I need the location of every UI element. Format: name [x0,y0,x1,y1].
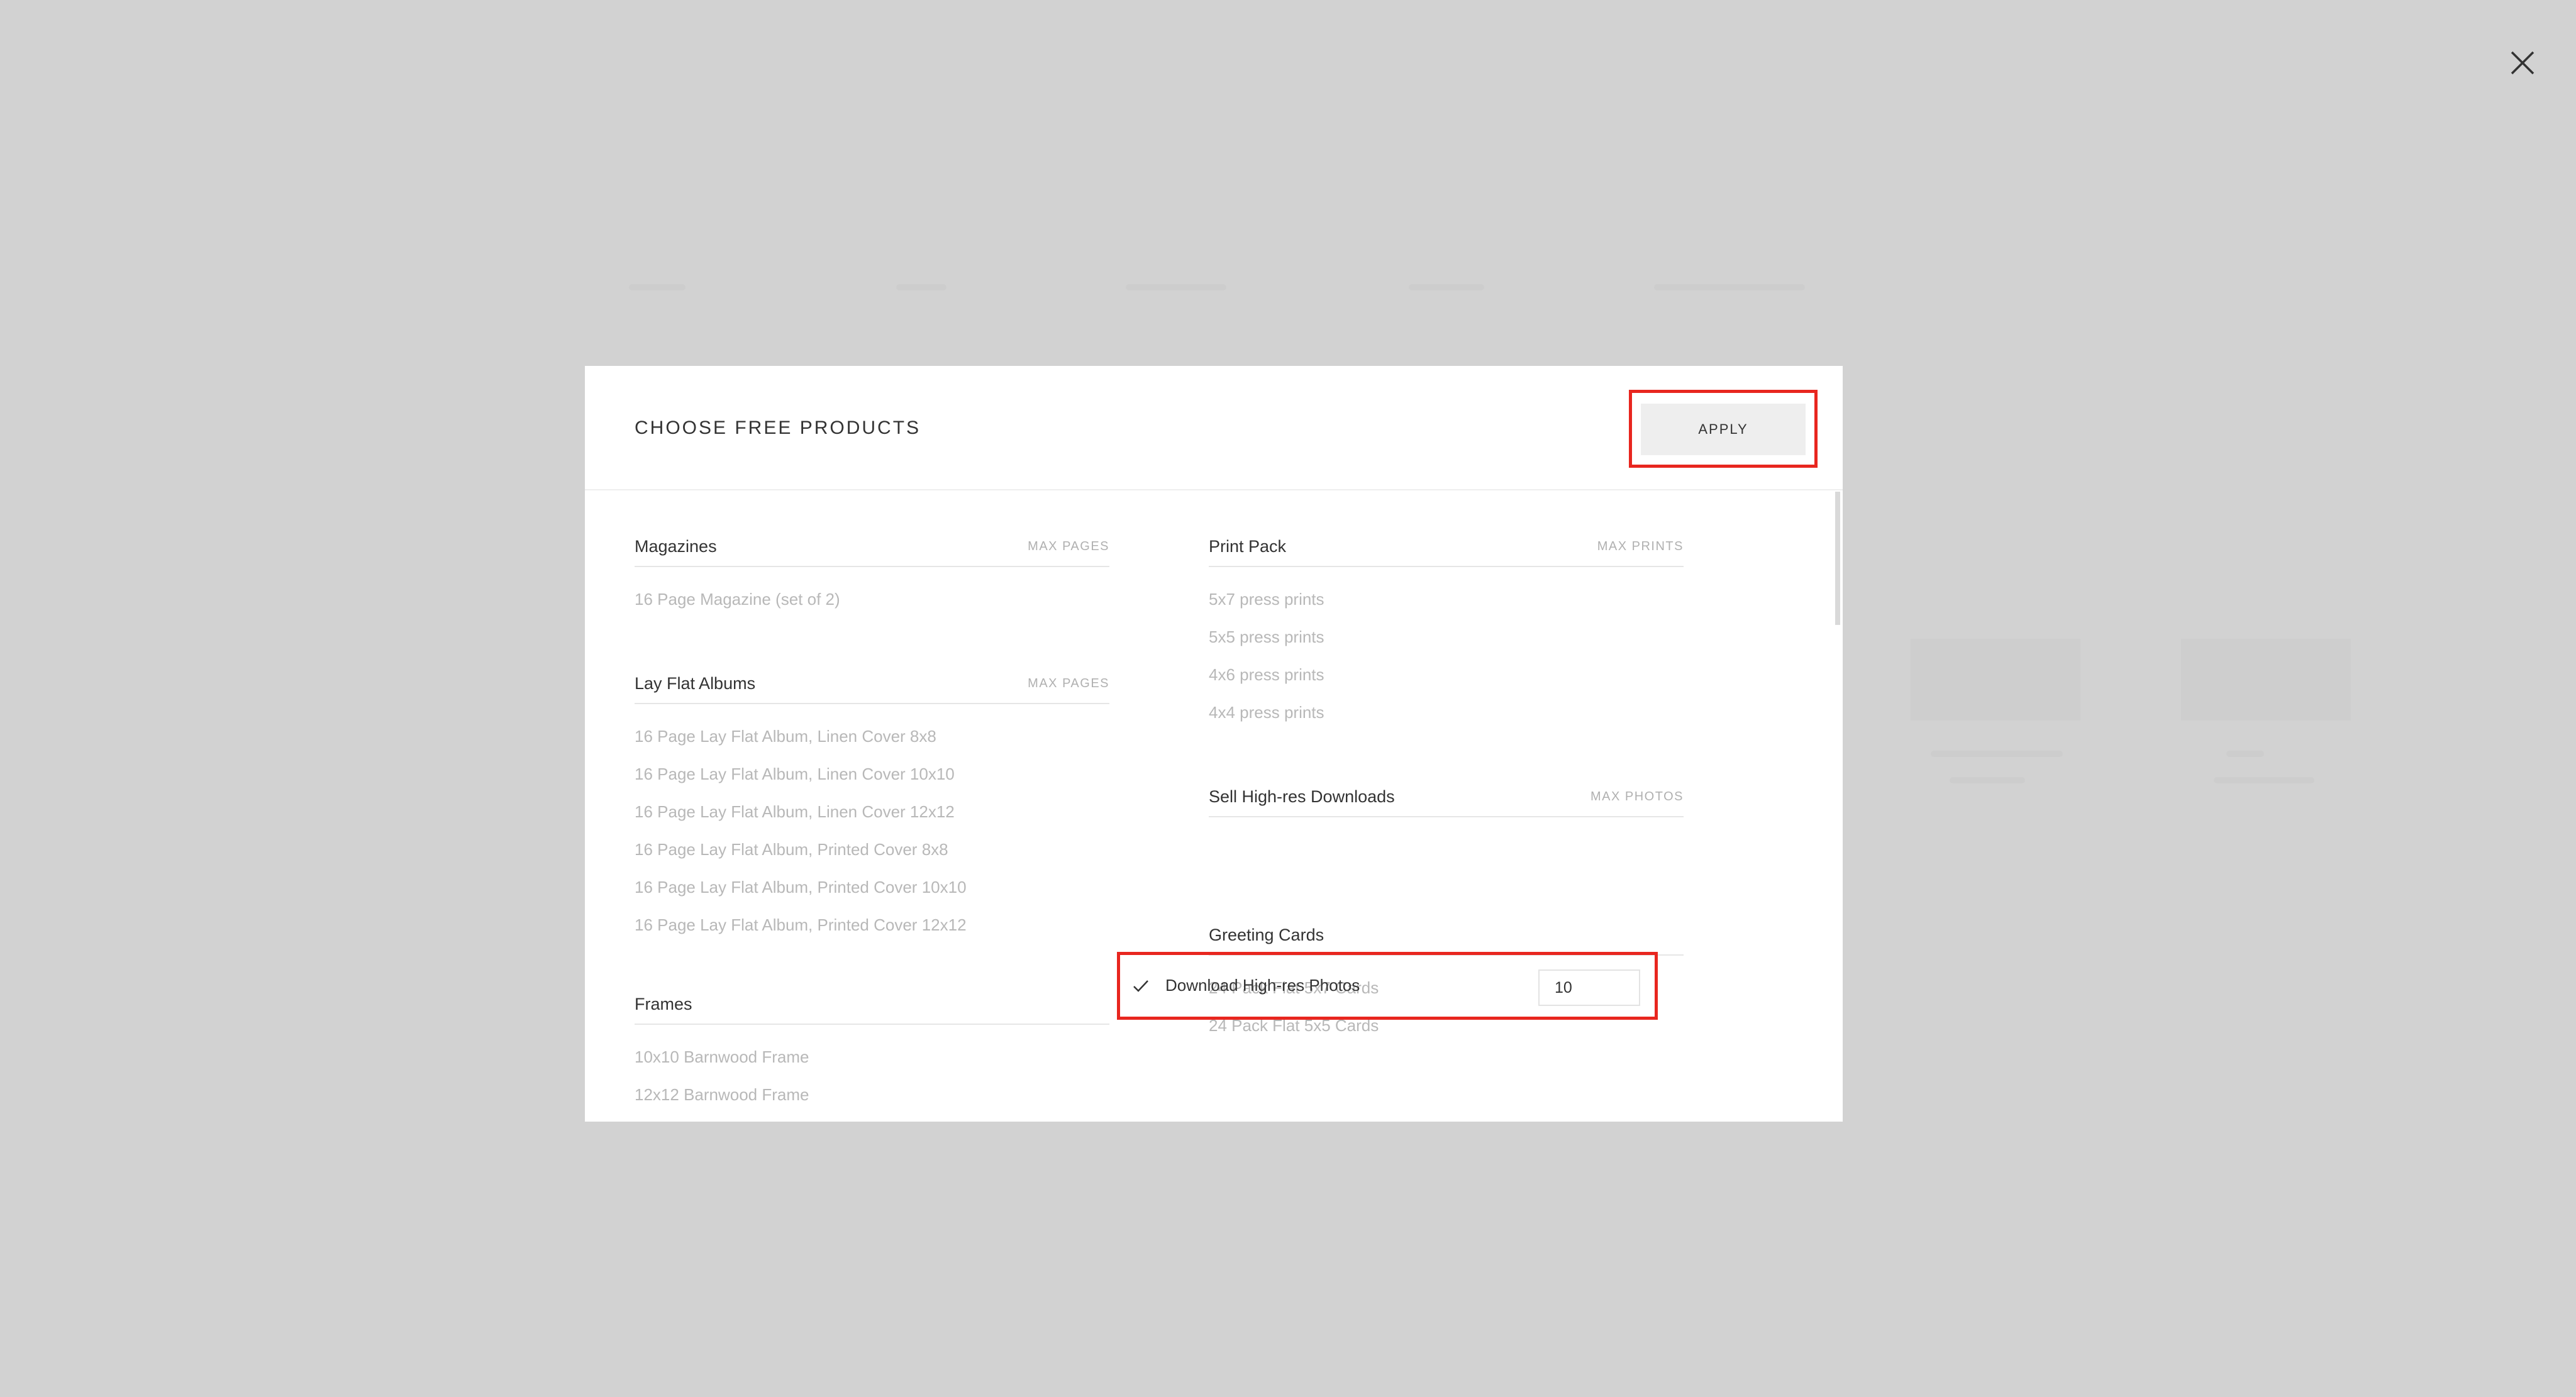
dialog-header: CHOOSE FREE PRODUCTS APPLY [585,366,1843,490]
max-photos-input[interactable] [1538,969,1640,1006]
section-max-label: MAX PRINTS [1597,539,1684,553]
product-option[interactable]: 16 Page Lay Flat Album, Printed Cover 12… [635,915,967,935]
section-max-label: MAX PAGES [1028,539,1109,553]
dialog-body[interactable]: Magazines MAX PAGES 16 Page Magazine (se… [585,492,1843,1122]
background-text [1931,751,2063,757]
close-icon [2511,51,2534,75]
section-max-label: MAX PHOTOS [1591,790,1684,803]
product-option[interactable]: 4x4 press prints [1209,703,1324,722]
apply-button[interactable]: APPLY [1641,404,1806,455]
section-lay-flat-albums: Lay Flat Albums MAX PAGES 16 Page Lay Fl… [635,668,1109,934]
check-icon [1133,980,1148,992]
product-option[interactable]: 12x12 Barnwood Frame [635,1085,809,1105]
product-option[interactable]: 16 Page Lay Flat Album, Linen Cover 12x1… [635,802,955,822]
product-option[interactable]: 5x7 press prints [1209,590,1324,609]
section-title: Sell High-res Downloads [1209,787,1395,806]
selected-product-option[interactable]: Download High-res Photos [1132,964,1654,1008]
section-title: Frames [635,995,692,1013]
section-title: Magazines [635,537,717,556]
background-text [1950,777,2025,783]
product-option[interactable]: 16 Page Lay Flat Album, Printed Cover 10… [635,878,967,897]
section-title: Lay Flat Albums [635,674,756,693]
section-title: Greeting Cards [1209,925,1324,944]
section-header: Print Pack MAX PRINTS [1209,531,1684,567]
background-text [2226,751,2264,757]
choose-free-products-dialog: CHOOSE FREE PRODUCTS APPLY Magazines MAX… [585,366,1843,1122]
product-option[interactable]: 16 Page Magazine (set of 2) [635,590,840,609]
section-print-pack: Print Pack MAX PRINTS 5x7 press prints 5… [1209,531,1684,722]
product-option[interactable]: 10x10 Barnwood Frame [635,1047,809,1067]
background-button [1911,639,2080,721]
section-max-label: MAX PAGES [1028,676,1109,690]
section-header: Frames [635,988,1109,1025]
section-magazines: Magazines MAX PAGES 16 Page Magazine (se… [635,531,1109,609]
product-option[interactable]: 16 Page Lay Flat Album, Linen Cover 8x8 [635,727,936,746]
section-header: Greeting Cards [1209,919,1684,956]
background-button [2181,639,2351,721]
section-frames: Frames 10x10 Barnwood Frame 12x12 Barnwo… [635,988,1109,1104]
product-option[interactable]: 16 Page Lay Flat Album, Printed Cover 8x… [635,840,948,859]
product-option[interactable]: 4x6 press prints [1209,665,1324,685]
section-title: Print Pack [1209,537,1287,556]
section-greeting-cards: Greeting Cards 24 Pack Flat 5x7 Cards 24… [1209,919,1684,1035]
selected-item-label: Download High-res Photos [1165,976,1360,995]
section-header: Sell High-res Downloads MAX PHOTOS [1209,781,1684,817]
product-option[interactable]: 5x5 press prints [1209,627,1324,647]
section-header: Magazines MAX PAGES [635,531,1109,567]
product-option[interactable]: 16 Page Lay Flat Album, Linen Cover 10x1… [635,765,955,784]
scrollbar-thumb[interactable] [1835,492,1840,625]
section-sell-high-res-downloads: Sell High-res Downloads MAX PHOTOS [1209,781,1684,817]
section-header: Lay Flat Albums MAX PAGES [635,668,1109,704]
dialog-title: CHOOSE FREE PRODUCTS [635,417,921,438]
close-button[interactable] [2507,48,2538,78]
background-nav [629,284,1824,309]
background-text [2214,777,2314,783]
